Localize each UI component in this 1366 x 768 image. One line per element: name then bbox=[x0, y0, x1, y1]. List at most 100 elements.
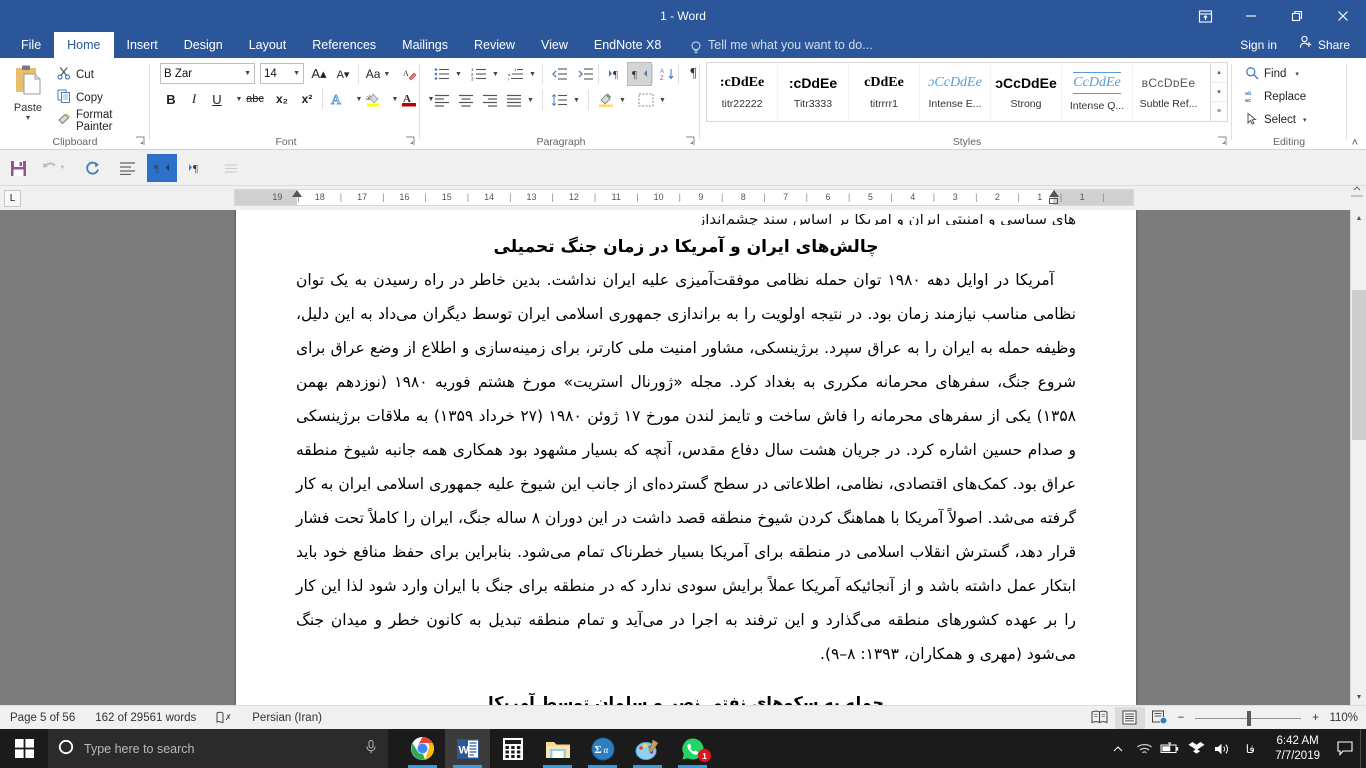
align-icon[interactable] bbox=[113, 154, 141, 182]
italic-button[interactable]: I bbox=[183, 88, 205, 110]
translator-icon[interactable]: Σα bbox=[580, 729, 625, 768]
font-name-combobox[interactable]: B Zar ▼ bbox=[160, 63, 255, 84]
subscript-button[interactable]: x₂ bbox=[270, 88, 294, 110]
decrease-indent-icon[interactable] bbox=[548, 63, 571, 85]
change-case-button[interactable]: Aa ▼ bbox=[362, 63, 394, 85]
sort-icon[interactable]: AZ bbox=[656, 63, 679, 85]
document-canvas[interactable]: های سیاسی و امنیتی ایران و آمریکا بر اسا… bbox=[0, 210, 1366, 705]
font-size-combobox[interactable]: 14 ▼ bbox=[260, 63, 304, 84]
font-color-icon[interactable]: A bbox=[398, 88, 420, 110]
proofing-errors-icon[interactable]: ✗ bbox=[206, 706, 242, 730]
undo-icon[interactable]: ▼ bbox=[39, 154, 67, 182]
ribbon-display-options-icon[interactable] bbox=[1182, 0, 1228, 32]
save-icon[interactable] bbox=[4, 154, 32, 182]
tab-home[interactable]: Home bbox=[54, 32, 113, 58]
numbering-icon[interactable]: 123 bbox=[467, 63, 490, 85]
multilevel-dropdown[interactable]: ▼ bbox=[527, 63, 538, 85]
document-body[interactable]: های سیاسی و امنیتی ایران و آمریکا بر اسا… bbox=[296, 214, 1076, 705]
grow-font-button[interactable]: A▴ bbox=[308, 63, 330, 85]
shrink-font-button[interactable]: A▾ bbox=[332, 63, 354, 85]
select-button[interactable]: Select ▾ bbox=[1242, 109, 1309, 131]
ltr-direction-icon[interactable]: ¶ bbox=[182, 154, 210, 182]
print-layout-icon[interactable] bbox=[1115, 707, 1145, 729]
strikethrough-button[interactable]: abc bbox=[242, 88, 268, 110]
borders-dropdown[interactable]: ▼ bbox=[657, 89, 668, 111]
whatsapp-icon[interactable]: 1 bbox=[670, 729, 715, 768]
right-indent-marker[interactable] bbox=[1049, 190, 1059, 197]
dropbox-icon[interactable] bbox=[1183, 729, 1209, 768]
word-icon[interactable]: W bbox=[445, 729, 490, 768]
window-split-button[interactable] bbox=[1350, 186, 1366, 210]
page-indicator[interactable]: Page 5 of 56 bbox=[0, 706, 85, 730]
left-to-right-text-icon[interactable]: ¶ bbox=[604, 63, 627, 85]
line-spacing-dropdown[interactable]: ▼ bbox=[571, 89, 582, 111]
language-indicator[interactable]: فا bbox=[1235, 729, 1265, 768]
document-heading[interactable]: چالش‌های ایران و آمریکا در زمان جنگ تحمی… bbox=[296, 237, 1076, 257]
bold-button[interactable]: B bbox=[160, 88, 182, 110]
microphone-icon[interactable] bbox=[364, 739, 378, 758]
scroll-up-arrow[interactable]: ▲ bbox=[1351, 210, 1366, 226]
copy-button[interactable]: Copy bbox=[54, 87, 106, 108]
more-commands-icon[interactable] bbox=[217, 154, 245, 182]
paragraph-dialog-launcher[interactable] bbox=[685, 136, 696, 147]
document-paragraph[interactable]: آمریکا در اوایل دهه ۱۹۸۰ توان حمله نظامی… bbox=[296, 263, 1076, 671]
search-input[interactable]: Type here to search bbox=[48, 729, 388, 768]
tab-mailings[interactable]: Mailings bbox=[389, 32, 461, 58]
format-painter-button[interactable]: Format Painter bbox=[54, 110, 150, 131]
paint-icon[interactable] bbox=[625, 729, 670, 768]
zoom-in-button[interactable]: + bbox=[1309, 706, 1322, 730]
bullets-dropdown[interactable]: ▼ bbox=[453, 63, 464, 85]
tab-design[interactable]: Design bbox=[171, 32, 236, 58]
style-item-subtle-reference[interactable]: ʙCcDᴅEe Subtle Ref... bbox=[1133, 63, 1204, 121]
borders-icon[interactable] bbox=[634, 89, 657, 111]
sign-in-button[interactable]: Sign in bbox=[1230, 32, 1287, 58]
chrome-icon[interactable] bbox=[400, 729, 445, 768]
cut-button[interactable]: Cut bbox=[54, 64, 97, 85]
clear-formatting-icon[interactable]: A bbox=[398, 63, 420, 85]
find-button[interactable]: Find ▾ bbox=[1242, 63, 1302, 85]
read-mode-icon[interactable] bbox=[1085, 707, 1115, 729]
align-center-icon[interactable] bbox=[454, 89, 477, 111]
zoom-slider-thumb[interactable] bbox=[1247, 711, 1251, 726]
tab-stop-selector[interactable]: L bbox=[4, 190, 21, 207]
redo-icon[interactable] bbox=[78, 154, 106, 182]
share-button[interactable]: Share bbox=[1289, 32, 1360, 58]
scrollbar-thumb[interactable] bbox=[1352, 290, 1366, 440]
document-heading-2[interactable]: حمله به سکوهای نفتی نصر و سلمان توسط آمر… bbox=[296, 693, 1076, 705]
style-item-intense-emphasis[interactable]: ɔCcDdEe Intense E... bbox=[920, 63, 991, 121]
styles-more-button[interactable]: ≡ bbox=[1211, 102, 1227, 121]
windows-start-icon[interactable] bbox=[0, 729, 48, 768]
line-spacing-icon[interactable] bbox=[548, 89, 571, 111]
web-layout-icon[interactable] bbox=[1145, 707, 1175, 729]
paste-button[interactable]: Paste ▾ bbox=[6, 62, 50, 128]
action-center-icon[interactable] bbox=[1330, 729, 1360, 768]
show-desktop-button[interactable] bbox=[1360, 729, 1366, 768]
numbering-dropdown[interactable]: ▼ bbox=[490, 63, 501, 85]
show-hidden-icons-icon[interactable] bbox=[1105, 729, 1131, 768]
style-item-titr3333[interactable]: :cDdEe Titr3333 bbox=[778, 63, 849, 121]
tab-file[interactable]: File bbox=[8, 32, 54, 58]
clock[interactable]: 6:42 AM 7/7/2019 bbox=[1265, 734, 1330, 764]
style-item-intense-quote[interactable]: CcDdEe Intense Q... bbox=[1062, 63, 1133, 121]
clipboard-dialog-launcher[interactable] bbox=[135, 136, 146, 147]
vertical-scrollbar[interactable]: ▲ ▼ bbox=[1350, 210, 1366, 705]
first-line-indent-marker[interactable] bbox=[292, 190, 302, 197]
document-page[interactable]: های سیاسی و امنیتی ایران و آمریکا بر اسا… bbox=[236, 210, 1136, 705]
rtl-direction-icon[interactable]: ¶ bbox=[147, 154, 177, 182]
word-count[interactable]: 162 of 29561 words bbox=[85, 706, 206, 730]
zoom-slider[interactable] bbox=[1195, 707, 1301, 729]
justify-dropdown[interactable]: ▼ bbox=[525, 89, 536, 111]
scroll-down-arrow[interactable]: ▼ bbox=[1351, 689, 1366, 705]
tab-layout[interactable]: Layout bbox=[236, 32, 300, 58]
styles-scroll-down-button[interactable]: ▾ bbox=[1211, 83, 1227, 103]
shading-dropdown[interactable]: ▼ bbox=[617, 89, 628, 111]
volume-icon[interactable] bbox=[1209, 729, 1235, 768]
shading-icon[interactable] bbox=[594, 89, 617, 111]
style-item-titr22222[interactable]: :cDdEe titr22222 bbox=[707, 63, 778, 121]
file-explorer-icon[interactable] bbox=[535, 729, 580, 768]
tell-me-search[interactable]: Tell me what you want to do... bbox=[690, 32, 873, 58]
calculator-icon[interactable] bbox=[490, 729, 535, 768]
bullets-icon[interactable] bbox=[430, 63, 453, 85]
collapse-ribbon-button[interactable]: ˄ bbox=[1352, 137, 1358, 149]
align-left-icon[interactable] bbox=[430, 89, 453, 111]
